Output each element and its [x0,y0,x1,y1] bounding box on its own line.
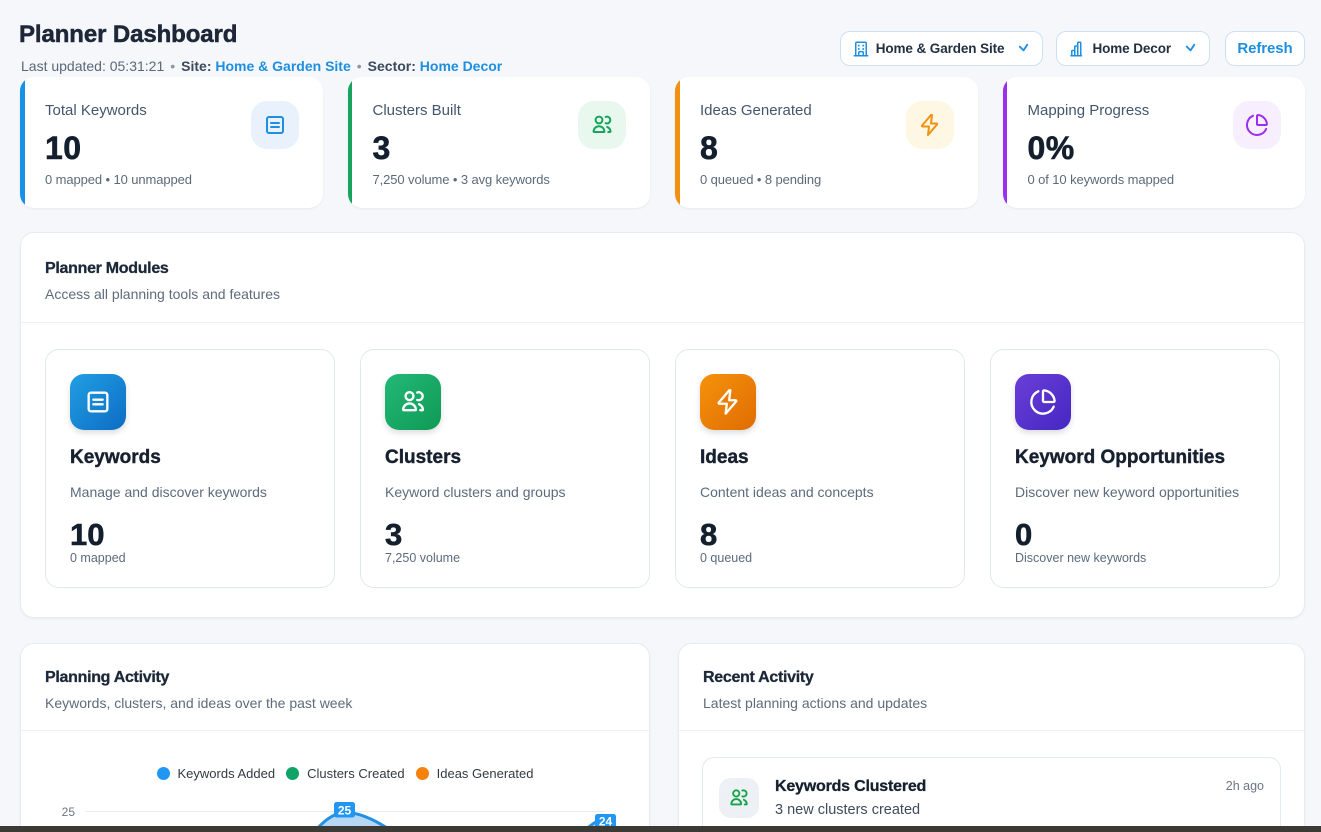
svg-text:25: 25 [338,804,352,818]
svg-text:25: 25 [62,805,76,819]
